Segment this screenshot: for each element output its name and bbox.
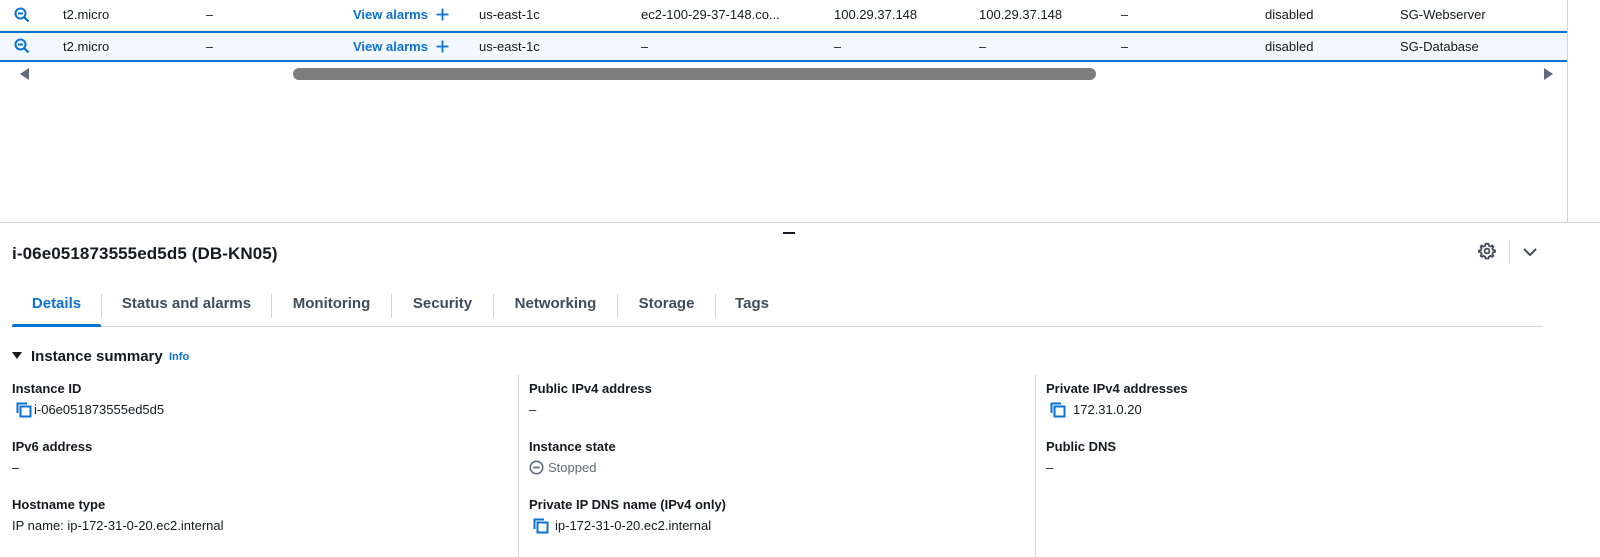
cell-monitoring: disabled xyxy=(1265,7,1314,22)
cell-elastic-ip: 100.29.37.148 xyxy=(979,7,1063,22)
cell-security-group: SG-Webserver xyxy=(1400,7,1486,22)
field-label: Instance state xyxy=(529,439,616,454)
zoom-out-icon[interactable] xyxy=(14,38,30,54)
section-heading: Instance summary xyxy=(31,348,163,365)
tab-monitoring[interactable]: Monitoring xyxy=(272,284,391,326)
plus-icon[interactable] xyxy=(436,8,449,21)
cell-ipv6: – xyxy=(1121,7,1129,22)
cell-instance-type: t2.micro xyxy=(63,39,110,54)
tab-details[interactable]: Details xyxy=(12,284,101,327)
tab-status-and-alarms[interactable]: Status and alarms xyxy=(102,284,271,326)
cell-ipv6: – xyxy=(1121,39,1129,54)
tab-security[interactable]: Security xyxy=(392,284,493,326)
field-value: – xyxy=(1046,460,1054,475)
copy-icon[interactable] xyxy=(533,518,549,534)
view-alarms-link[interactable]: View alarms xyxy=(353,33,428,60)
info-link[interactable]: Info xyxy=(169,351,189,363)
field-value: – xyxy=(529,402,537,417)
resize-handle[interactable] xyxy=(783,232,795,234)
table-row-selected[interactable]: t2.micro – View alarms us-east-1c – – – … xyxy=(0,31,1568,62)
field-label: Private IP DNS name (IPv4 only) xyxy=(529,497,726,512)
zoom-out-icon[interactable] xyxy=(14,7,30,23)
field-value: 172.31.0.20 xyxy=(1046,401,1188,419)
private-ipv4-value: 172.31.0.20 xyxy=(1073,402,1142,417)
field-public-dns: Public DNS – xyxy=(1046,439,1116,477)
field-value: Stopped xyxy=(529,459,616,477)
cell-monitoring: disabled xyxy=(1265,39,1314,54)
cell-elastic-ip: – xyxy=(979,39,987,54)
field-label: Private IPv4 addresses xyxy=(1046,381,1188,396)
field-label: Public IPv4 address xyxy=(529,381,652,396)
scrollbar-thumb[interactable] xyxy=(293,68,1096,80)
field-hostname-type: Hostname type IP name: ip-172-31-0-20.ec… xyxy=(12,497,224,535)
field-private-ipv4: Private IPv4 addresses 172.31.0.20 xyxy=(1046,381,1188,419)
cell-status: – xyxy=(206,7,214,22)
copy-icon[interactable] xyxy=(16,402,32,418)
scroll-right-arrow-icon[interactable] xyxy=(1544,68,1553,80)
cell-instance-type: t2.micro xyxy=(63,7,110,22)
horizontal-scrollbar[interactable] xyxy=(0,63,1568,85)
plus-icon[interactable] xyxy=(436,40,449,53)
cell-public-dns: ec2-100-29-37-148.co... xyxy=(641,7,780,22)
field-label: IPv6 address xyxy=(12,439,93,454)
field-value: – xyxy=(12,460,20,475)
cell-availability-zone: us-east-1c xyxy=(479,39,540,54)
field-instance-state: Instance state Stopped xyxy=(529,439,616,477)
details-tabs: Details Status and alarms Monitoring Sec… xyxy=(12,284,1543,327)
scroll-left-arrow-icon[interactable] xyxy=(20,68,29,80)
cell-status: – xyxy=(206,39,214,54)
tab-storage[interactable]: Storage xyxy=(618,284,715,326)
field-value: IP name: ip-172-31-0-20.ec2.internal xyxy=(12,518,224,533)
copy-icon[interactable] xyxy=(1050,402,1066,418)
cell-public-ipv4: – xyxy=(834,39,842,54)
field-value: i-06e051873555ed5d5 xyxy=(12,401,164,419)
vertical-scrollbar-track[interactable] xyxy=(1567,0,1568,222)
cell-availability-zone: us-east-1c xyxy=(479,7,540,22)
caret-down-icon xyxy=(12,352,22,359)
header-divider xyxy=(1509,240,1510,264)
field-public-ipv4: Public IPv4 address – xyxy=(529,381,652,419)
view-alarms-link[interactable]: View alarms xyxy=(353,0,428,29)
cell-security-group: SG-Database xyxy=(1400,39,1479,54)
instance-id-value: i-06e051873555ed5d5 xyxy=(34,402,165,417)
stopped-circle-icon xyxy=(529,460,544,475)
details-split-panel: i-06e051873555ed5d5 (DB-KN05) Details St… xyxy=(0,222,1600,557)
cell-public-ipv4: 100.29.37.148 xyxy=(834,7,918,22)
field-ipv6-address: IPv6 address – xyxy=(12,439,92,477)
tab-networking[interactable]: Networking xyxy=(494,284,617,326)
field-label: Public DNS xyxy=(1046,439,1117,454)
tab-tags[interactable]: Tags xyxy=(716,284,788,326)
private-dns-value: ip-172-31-0-20.ec2.internal xyxy=(555,518,712,533)
column-divider xyxy=(1035,375,1036,557)
field-value: ip-172-31-0-20.ec2.internal xyxy=(529,517,726,535)
cell-public-dns: – xyxy=(641,39,649,54)
table-row[interactable]: t2.micro – View alarms us-east-1c ec2-10… xyxy=(0,0,1568,31)
instances-table: t2.micro – View alarms us-east-1c ec2-10… xyxy=(0,0,1600,222)
field-instance-id: Instance ID i-06e051873555ed5d5 xyxy=(12,381,164,419)
chevron-down-icon[interactable] xyxy=(1522,244,1538,260)
gear-icon[interactable] xyxy=(1478,242,1496,260)
field-label: Instance ID xyxy=(12,381,82,396)
column-divider xyxy=(518,375,519,557)
field-label: Hostname type xyxy=(12,497,106,512)
panel-title: i-06e051873555ed5d5 (DB-KN05) xyxy=(12,244,278,263)
field-private-ip-dns: Private IP DNS name (IPv4 only) ip-172-3… xyxy=(529,497,726,535)
